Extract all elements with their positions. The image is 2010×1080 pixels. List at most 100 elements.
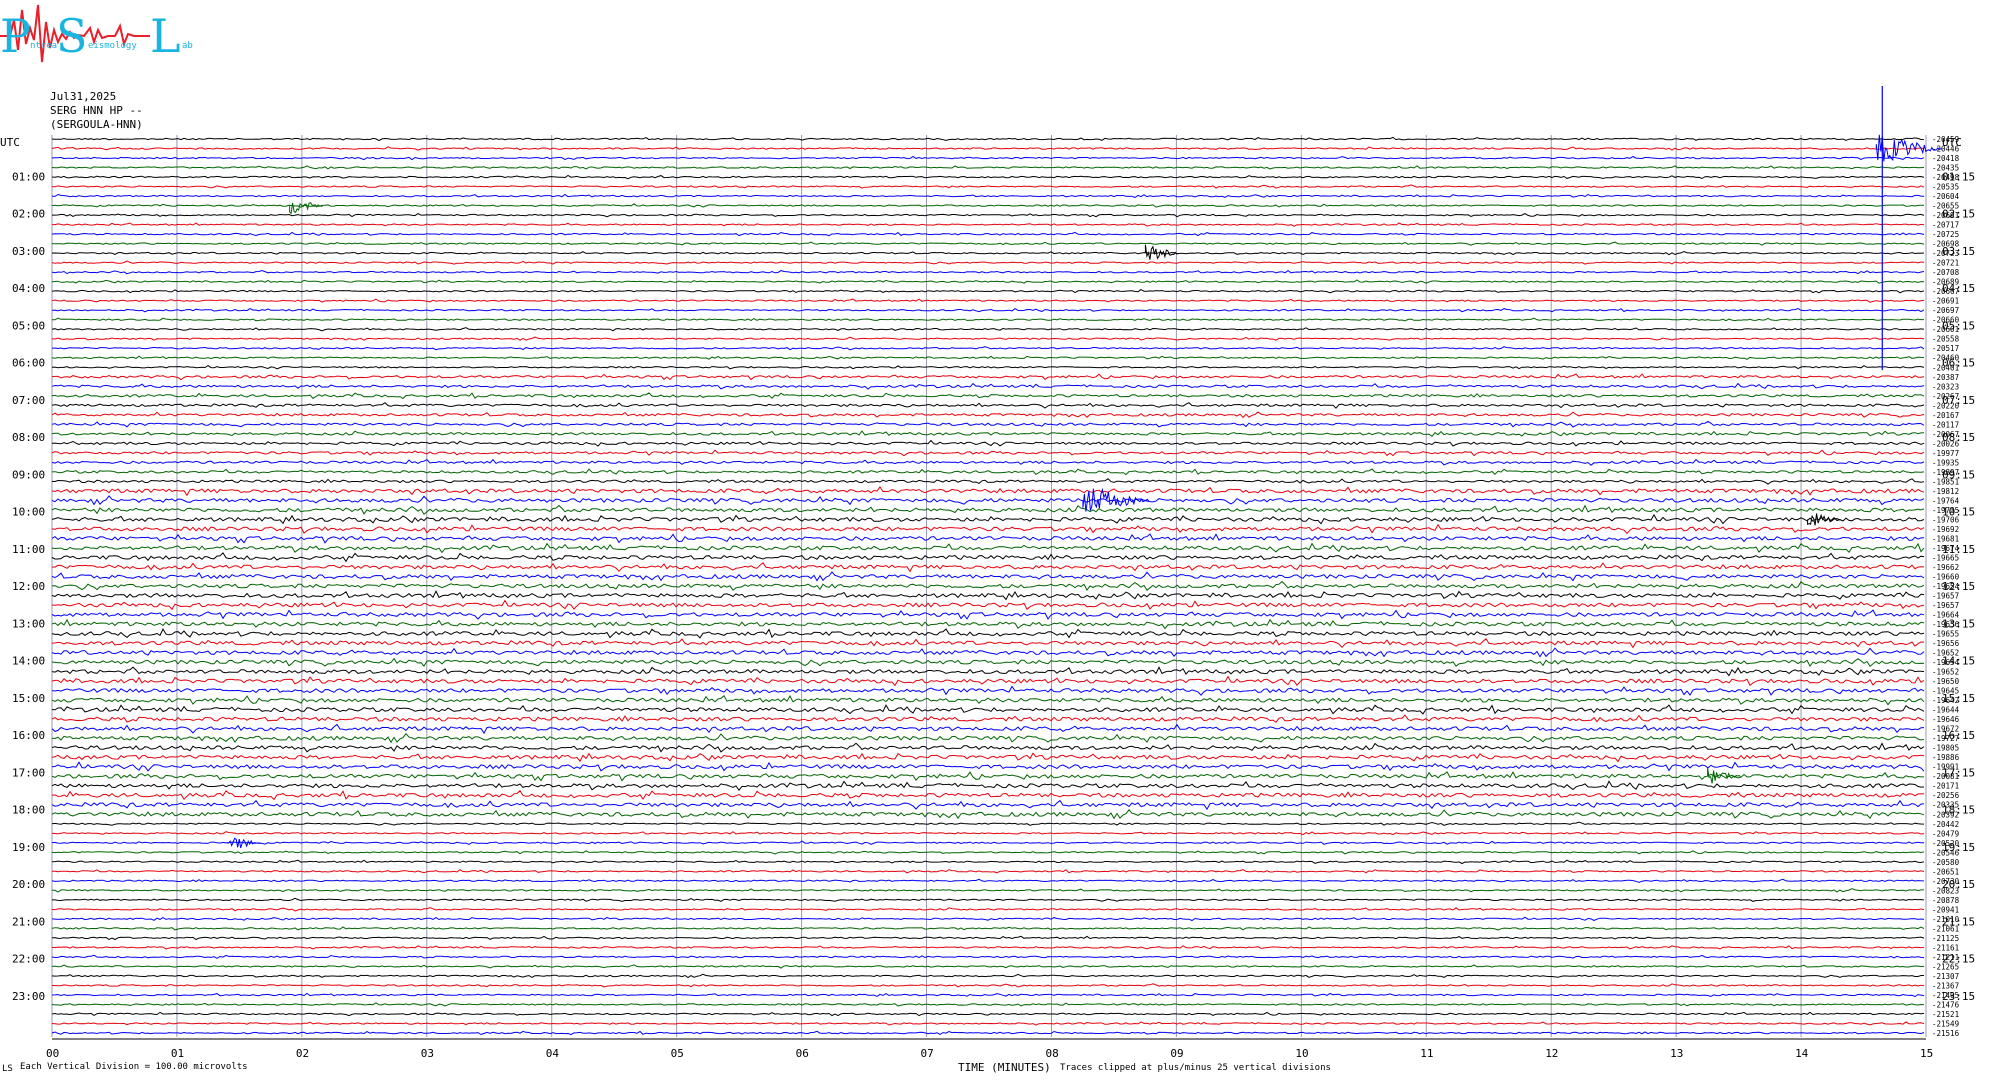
trace-10	[51, 231, 1925, 237]
x-tick-label: 00	[46, 1047, 59, 1060]
trace-offset-34: -19935	[1932, 458, 1959, 467]
right-hour-label: 01:15	[1942, 170, 1975, 183]
trace-offset-30: -20117	[1932, 420, 1959, 429]
trace-offset-49: -19657	[1932, 601, 1959, 610]
left-hour-label: 11:00	[12, 543, 45, 556]
left-hour-label: 03:00	[12, 245, 45, 258]
trace-offset-21: -20558	[1932, 335, 1960, 344]
trace-offset-80: -20878	[1932, 896, 1960, 905]
x-tick-label: 13	[1670, 1047, 1683, 1060]
trace-offset-88: -21307	[1932, 972, 1959, 981]
trace-62	[51, 723, 1925, 735]
trace-5	[51, 184, 1925, 189]
left-hour-label: 04:00	[12, 282, 45, 295]
trace-24	[51, 365, 1925, 370]
left-hour-label: 15:00	[12, 692, 45, 705]
trace-52	[51, 628, 1925, 639]
trace-91	[51, 1002, 1925, 1007]
right-hour-label: 03:15	[1942, 245, 1975, 258]
trace-34	[51, 458, 1925, 466]
scale-note: Each Vertical Division = 100.00 microvol…	[20, 1062, 248, 1072]
trace-0	[51, 136, 1925, 142]
trace-offset-9: -20717	[1932, 221, 1959, 230]
x-tick-label: 10	[1295, 1047, 1308, 1060]
trace-47	[51, 580, 1925, 591]
seismic-events	[226, 86, 1943, 849]
trace-21	[51, 336, 1925, 341]
trace-offset-85: -21161	[1932, 943, 1959, 952]
trace-offset-84: -21125	[1932, 934, 1959, 943]
right-hour-label: 12:15	[1942, 580, 1975, 593]
left-hour-label: 23:00	[12, 990, 45, 1003]
trace-67	[51, 771, 1924, 782]
trace-29	[51, 411, 1925, 419]
trace-offset-38: -19764	[1932, 496, 1960, 505]
trace-offset-25: -20387	[1932, 373, 1959, 382]
minute-grid	[51, 135, 1927, 1040]
trace-83	[51, 926, 1925, 931]
event-burst-1	[289, 202, 323, 215]
helicorder-plot: -20459-20446-20418-20435-20498-20535-206…	[0, 86, 1975, 1074]
trace-41	[51, 523, 1925, 535]
right-hour-label: 02:15	[1942, 208, 1975, 221]
right-hour-label: 17:15	[1942, 766, 1975, 779]
trace-49	[51, 599, 1925, 611]
trace-58	[51, 685, 1925, 696]
trace-2	[51, 155, 1925, 161]
trace-offset-94: -21516	[1932, 1029, 1960, 1038]
trace-17	[51, 298, 1925, 303]
trace-74	[51, 840, 1925, 845]
right-hour-label: 13:15	[1942, 617, 1975, 630]
trace-61	[51, 714, 1925, 723]
right-hour-label: 08:15	[1942, 431, 1975, 444]
trace-offset-17: -20691	[1932, 297, 1959, 306]
trace-40	[51, 513, 1925, 525]
trace-15	[51, 279, 1925, 284]
right-hour-label: 11:15	[1942, 543, 1975, 556]
left-hour-label: 07:00	[12, 394, 45, 407]
left-utc-label: UTC	[0, 136, 20, 149]
right-hour-label: 23:15	[1942, 990, 1975, 1003]
trace-offset-29: -20167	[1932, 411, 1959, 420]
left-hour-label: 10:00	[12, 506, 45, 519]
trace-offset-26: -20323	[1932, 382, 1959, 391]
trace-7	[51, 203, 1924, 208]
trace-85	[51, 945, 1925, 950]
right-hour-label: 20:15	[1942, 878, 1975, 891]
left-hour-label: 05:00	[12, 319, 45, 332]
trace-offset-56: -19652	[1932, 668, 1959, 677]
x-tick-label: 03	[421, 1047, 434, 1060]
trace-30	[51, 420, 1925, 428]
trace-offset-13: -20721	[1932, 259, 1959, 268]
trace-offset-92: -21521	[1932, 1010, 1959, 1019]
left-hour-label: 12:00	[12, 580, 45, 593]
trace-89	[51, 983, 1925, 988]
trace-25	[51, 373, 1925, 381]
x-tick-label: 01	[171, 1047, 184, 1060]
trace-64	[51, 742, 1925, 753]
trace-86	[51, 954, 1925, 959]
seismic-traces	[51, 136, 1925, 1036]
trace-28	[51, 402, 1925, 409]
trace-offset-22: -20517	[1932, 344, 1959, 353]
trace-48	[51, 590, 1925, 601]
trace-94	[51, 1030, 1925, 1036]
trace-43	[51, 542, 1925, 554]
trace-45	[51, 562, 1925, 573]
right-hour-label: 09:15	[1942, 468, 1975, 481]
trace-8	[52, 213, 1925, 218]
left-hour-label: 21:00	[12, 915, 45, 928]
left-hour-label: 09:00	[12, 468, 45, 481]
trace-75	[51, 850, 1925, 855]
right-hour-label: 19:15	[1942, 841, 1975, 854]
trace-offset-64: -19805	[1932, 744, 1959, 753]
x-tick-label: 12	[1545, 1047, 1558, 1060]
trace-4	[51, 174, 1925, 180]
trace-offset-41: -19692	[1932, 525, 1959, 534]
x-tick-label: 05	[671, 1047, 684, 1060]
trace-20	[51, 327, 1925, 332]
trace-76	[51, 859, 1925, 865]
trace-77	[51, 869, 1925, 874]
trace-72	[51, 821, 1925, 826]
right-hour-label: 16:15	[1942, 729, 1975, 742]
